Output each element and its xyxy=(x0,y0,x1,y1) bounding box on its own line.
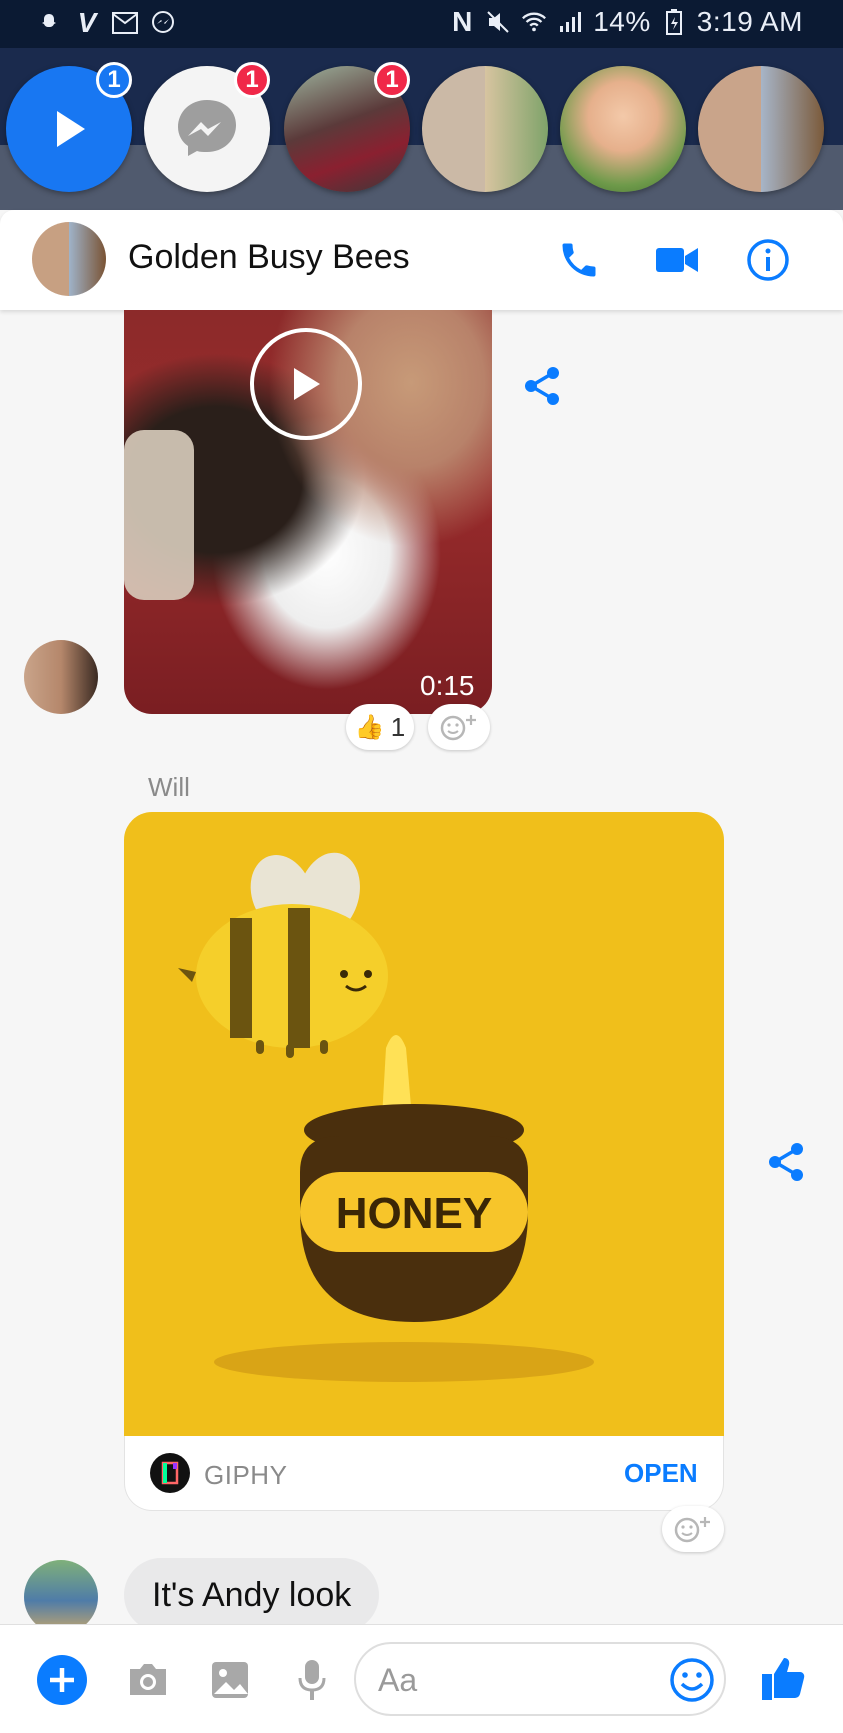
status-left-icons: V xyxy=(36,7,176,38)
chat-head-collage-photo[interactable] xyxy=(422,66,548,192)
gmail-icon xyxy=(112,10,138,36)
sender-avatar[interactable] xyxy=(24,640,98,714)
honey-bee-illustration: HONEY xyxy=(178,852,594,1382)
add-reaction-icon xyxy=(674,1517,710,1543)
open-gif-button[interactable]: OPEN xyxy=(624,1458,698,1489)
send-like-button[interactable] xyxy=(756,1650,812,1706)
chat-head-badge: 1 xyxy=(96,62,132,98)
thumbs-up-emoji: 👍 xyxy=(354,713,385,741)
image-icon xyxy=(212,1662,248,1698)
nfc-icon: N xyxy=(452,6,473,37)
messenger-icon xyxy=(150,10,176,36)
add-reaction-button[interactable] xyxy=(662,1506,724,1552)
venmo-icon: V xyxy=(77,7,97,38)
conversation-info-button[interactable] xyxy=(740,232,796,288)
message-input-placeholder: Aa xyxy=(378,1662,418,1698)
conversation-title[interactable]: Golden Busy Bees xyxy=(128,238,410,277)
voice-call-button[interactable] xyxy=(551,232,607,288)
phone-icon xyxy=(562,243,596,277)
honey-label: HONEY xyxy=(336,1189,492,1238)
share-icon xyxy=(769,1143,803,1181)
conversation-header xyxy=(0,210,843,310)
camera-icon xyxy=(130,1664,166,1695)
sender-name: Will xyxy=(148,772,190,802)
messenger-logo-icon xyxy=(178,100,236,156)
share-icon xyxy=(525,367,559,405)
message-bubble[interactable]: It's Andy look xyxy=(124,1558,380,1632)
add-reaction-icon xyxy=(440,715,476,741)
video-camera-icon xyxy=(656,248,698,272)
emoji-icon xyxy=(670,1658,714,1702)
clock: 3:19 AM xyxy=(696,6,803,37)
plus-icon xyxy=(37,1655,87,1705)
gallery-button[interactable] xyxy=(202,1652,258,1708)
chat-head-badge: 1 xyxy=(374,62,410,98)
share-button[interactable] xyxy=(518,362,566,410)
chat-head-boy-photo[interactable] xyxy=(560,66,686,192)
video-duration: 0:15 xyxy=(420,670,475,701)
video-message[interactable] xyxy=(124,310,492,714)
info-icon xyxy=(747,239,789,281)
video-call-button[interactable] xyxy=(649,232,705,288)
reaction-thumbs-up[interactable]: 👍 1 xyxy=(346,704,414,750)
signal-icon xyxy=(557,9,583,35)
status-right: N 14% 3:19 AM xyxy=(449,6,803,38)
snapchat-icon xyxy=(36,10,62,36)
chat-head-golden-busy-bees[interactable] xyxy=(698,66,824,192)
play-icon xyxy=(294,368,320,400)
mute-icon xyxy=(485,9,511,35)
battery-icon xyxy=(661,9,687,35)
reaction-count: 1 xyxy=(390,711,406,742)
microphone-icon xyxy=(298,1660,326,1700)
video-pillow xyxy=(124,430,194,600)
status-bar: V N 14% 3:19 AM xyxy=(0,0,843,48)
giphy-logo-icon xyxy=(150,1453,190,1493)
chat-head-badge: 1 xyxy=(234,62,270,98)
more-options-button[interactable] xyxy=(34,1652,90,1708)
voice-clip-button[interactable] xyxy=(284,1652,340,1708)
sender-avatar[interactable] xyxy=(24,1560,98,1634)
share-button[interactable] xyxy=(762,1138,810,1186)
video-play-button[interactable] xyxy=(250,328,362,440)
add-reaction-button[interactable] xyxy=(428,704,490,750)
emoji-button[interactable] xyxy=(664,1652,720,1708)
giphy-label: GIPHY xyxy=(204,1460,288,1490)
wifi-icon xyxy=(521,9,547,35)
play-icon xyxy=(57,111,85,147)
gif-message[interactable]: HONEY xyxy=(124,812,724,1436)
group-avatar[interactable] xyxy=(32,222,106,296)
thumbs-up-icon xyxy=(762,1658,805,1700)
camera-button[interactable] xyxy=(120,1652,176,1708)
battery-percent: 14% xyxy=(593,6,651,37)
